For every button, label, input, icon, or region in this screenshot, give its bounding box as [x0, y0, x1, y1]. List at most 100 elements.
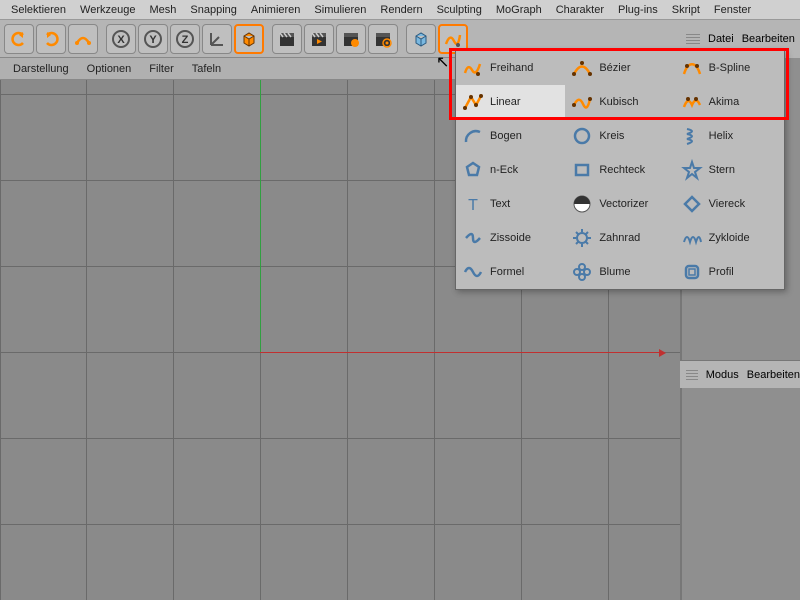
spline-option-freihand[interactable]: Freihand — [456, 51, 565, 85]
quad-icon — [681, 193, 703, 215]
rect-icon — [571, 159, 593, 181]
grip-icon — [686, 370, 698, 380]
clapper4-button[interactable] — [368, 24, 398, 54]
spline-option-label: Bogen — [490, 130, 522, 142]
spline-option-linear[interactable]: Linear — [456, 85, 565, 119]
zissoid-icon — [462, 227, 484, 249]
spline-option-viereck[interactable]: Viereck — [675, 187, 784, 221]
spline-option-zissoide[interactable]: Zissoide — [456, 221, 565, 255]
menu-animieren[interactable]: Animieren — [244, 4, 308, 16]
spline-option-label: Bézier — [599, 62, 630, 74]
spline-option-label: Zissoide — [490, 232, 531, 244]
spline-option-label: Zykloide — [709, 232, 750, 244]
spline-option-text[interactable]: T Text — [456, 187, 565, 221]
axis-x-icon — [260, 352, 660, 353]
right-bottom-bar: Modus Bearbeiten — [680, 360, 800, 388]
spline-option-kubisch[interactable]: Kubisch — [565, 85, 674, 119]
spline-option-bzier[interactable]: Bézier — [565, 51, 674, 85]
spline-option-zahnrad[interactable]: Zahnrad — [565, 221, 674, 255]
menu-skript[interactable]: Skript — [665, 4, 707, 16]
spline-option-label: Profil — [709, 266, 734, 278]
spline-option-label: Blume — [599, 266, 630, 278]
spline-option-label: Freihand — [490, 62, 533, 74]
svg-text:X: X — [117, 34, 125, 46]
spline-popup: Freihand Bézier B-Spline LinearKubisch Akima… — [455, 50, 785, 290]
menu-simulieren[interactable]: Simulieren — [307, 4, 373, 16]
view-tafeln[interactable]: Tafeln — [183, 63, 230, 75]
clapper3-button[interactable] — [336, 24, 366, 54]
spline-option-profil[interactable]: Profil — [675, 255, 784, 289]
clapper1-button[interactable] — [272, 24, 302, 54]
spline-option-label: n-Eck — [490, 164, 518, 176]
svg-text:Z: Z — [182, 34, 189, 46]
spline-option-akima[interactable]: Akima — [675, 85, 784, 119]
formula-icon — [462, 261, 484, 283]
coord-button[interactable] — [202, 24, 232, 54]
spline-option-label: B-Spline — [709, 62, 751, 74]
spline-button[interactable] — [438, 24, 468, 54]
vector-icon — [571, 193, 593, 215]
bezier-icon — [571, 57, 593, 79]
freehand-icon — [462, 57, 484, 79]
spline-option-label: Vectorizer — [599, 198, 648, 210]
right-menu-datei[interactable]: Datei — [708, 33, 734, 45]
spline-option-vectorizer[interactable]: Vectorizer — [565, 187, 674, 221]
primitive-cube-button[interactable] — [406, 24, 436, 54]
cycloid-icon — [681, 227, 703, 249]
spline-option-blume[interactable]: Blume — [565, 255, 674, 289]
star-icon — [681, 159, 703, 181]
grip-icon — [686, 34, 700, 44]
clapper2-button[interactable] — [304, 24, 334, 54]
spline-option-label: Formel — [490, 266, 524, 278]
linear-icon — [462, 91, 484, 113]
spline-option-bogen[interactable]: Bogen — [456, 119, 565, 153]
menu-fenster[interactable]: Fenster — [707, 4, 758, 16]
profile-icon — [681, 261, 703, 283]
arc-icon — [462, 125, 484, 147]
view-darstellung[interactable]: Darstellung — [4, 63, 78, 75]
spline-option-formel[interactable]: Formel — [456, 255, 565, 289]
text-icon: T — [462, 193, 484, 215]
menu-selektieren[interactable]: Selektieren — [4, 4, 73, 16]
spline-option-neck[interactable]: n-Eck — [456, 153, 565, 187]
right-menu-bearbeiten[interactable]: Bearbeiten — [742, 33, 795, 45]
neck-icon — [462, 159, 484, 181]
menu-charakter[interactable]: Charakter — [549, 4, 611, 16]
right-menu-modus[interactable]: Modus — [706, 369, 739, 381]
spline-option-stern[interactable]: Stern — [675, 153, 784, 187]
helix-icon — [681, 125, 703, 147]
spline-option-label: Helix — [709, 130, 733, 142]
spline-option-label: Text — [490, 198, 510, 210]
menu-rendern[interactable]: Rendern — [373, 4, 429, 16]
bspline-icon — [681, 57, 703, 79]
menu-snapping[interactable]: Snapping — [183, 4, 244, 16]
menu-sculpting[interactable]: Sculpting — [430, 4, 489, 16]
axis-z-button[interactable]: Z — [170, 24, 200, 54]
cube-button[interactable] — [234, 24, 264, 54]
spline-option-label: Rechteck — [599, 164, 645, 176]
svg-text:T: T — [468, 197, 478, 214]
spline-option-label: Akima — [709, 96, 740, 108]
spline-option-helix[interactable]: Helix — [675, 119, 784, 153]
view-optionen[interactable]: Optionen — [78, 63, 141, 75]
akima-icon — [681, 91, 703, 113]
spline-option-bspline[interactable]: B-Spline — [675, 51, 784, 85]
menu-mesh[interactable]: Mesh — [142, 4, 183, 16]
undo-button[interactable] — [4, 24, 34, 54]
right-menu-bearbeiten2[interactable]: Bearbeiten — [747, 369, 800, 381]
menu-werkzeuge[interactable]: Werkzeuge — [73, 4, 142, 16]
svg-text:Y: Y — [149, 34, 157, 46]
kubisch-icon — [571, 91, 593, 113]
axis-x-button[interactable]: X — [106, 24, 136, 54]
circle-icon — [571, 125, 593, 147]
link-button[interactable] — [68, 24, 98, 54]
main-menubar: Selektieren Werkzeuge Mesh Snapping Anim… — [0, 0, 800, 20]
spline-option-zykloide[interactable]: Zykloide — [675, 221, 784, 255]
menu-mograph[interactable]: MoGraph — [489, 4, 549, 16]
axis-y-button[interactable]: Y — [138, 24, 168, 54]
menu-plugins[interactable]: Plug-ins — [611, 4, 665, 16]
spline-option-rechteck[interactable]: Rechteck — [565, 153, 674, 187]
redo-button[interactable] — [36, 24, 66, 54]
view-filter[interactable]: Filter — [140, 63, 182, 75]
spline-option-kreis[interactable]: Kreis — [565, 119, 674, 153]
